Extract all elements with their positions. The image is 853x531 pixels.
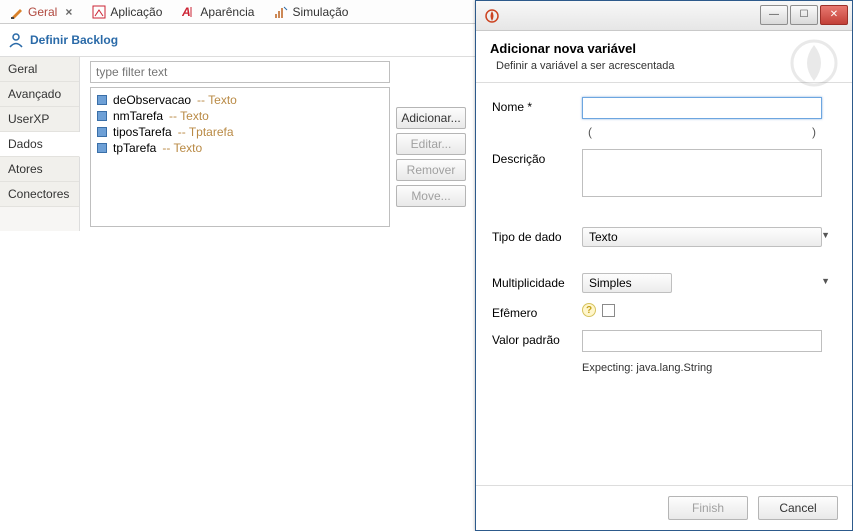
dialog-titlebar[interactable]: — ☐ ✕	[476, 1, 852, 31]
efemero-checkbox[interactable]	[602, 304, 615, 317]
cancel-button[interactable]: Cancel	[758, 496, 838, 520]
data-icon	[97, 111, 107, 121]
var-type: -- Texto	[162, 141, 202, 155]
paren-display: ()	[582, 125, 822, 139]
page-title: Definir Backlog	[30, 33, 118, 47]
sidebar-item-userxp[interactable]: UserXP	[0, 107, 79, 132]
tab-label: Aplicação	[110, 5, 162, 19]
var-type: -- Texto	[169, 109, 209, 123]
var-name: tiposTarefa	[113, 125, 172, 139]
simulation-icon	[274, 5, 288, 19]
tab-simulacao[interactable]: Simulação	[264, 0, 358, 23]
label-mult: Multiplicidade	[492, 273, 582, 290]
hint-icon[interactable]: ?	[582, 303, 596, 317]
sidebar: Geral Avançado UserXP Dados Atores Conec…	[0, 57, 80, 231]
var-name: deObservacao	[113, 93, 191, 107]
button-column: Adicionar... Editar... Remover Move...	[396, 107, 466, 227]
list-item[interactable]: tiposTarefa -- Tptarefa	[97, 124, 383, 140]
svg-text:A: A	[182, 5, 191, 19]
list-item[interactable]: nmTarefa -- Texto	[97, 108, 383, 124]
expecting-text: Expecting: java.lang.String	[582, 362, 836, 374]
watermark-icon	[786, 35, 842, 91]
close-icon[interactable]: ×	[65, 5, 72, 19]
add-variable-dialog: — ☐ ✕ Adicionar nova variável Definir a …	[475, 0, 853, 531]
valor-input[interactable]	[582, 330, 822, 352]
minimize-button[interactable]: —	[760, 5, 788, 25]
edit-button[interactable]: Editar...	[396, 133, 466, 155]
finish-button[interactable]: Finish	[668, 496, 748, 520]
label-tipo: Tipo de dado	[492, 227, 582, 244]
user-icon	[8, 32, 24, 48]
tab-label: Aparência	[200, 5, 254, 19]
tab-aplicacao[interactable]: Aplicação	[82, 0, 172, 23]
descricao-input[interactable]	[582, 149, 822, 197]
data-icon	[97, 143, 107, 153]
mult-select[interactable]: Simples	[582, 273, 672, 293]
label-valor: Valor padrão	[492, 330, 582, 347]
app-logo-icon	[484, 8, 500, 24]
tab-label: Geral	[28, 5, 57, 19]
filter-input[interactable]	[90, 61, 390, 83]
sidebar-item-conectores[interactable]: Conectores	[0, 182, 79, 207]
pencil-icon	[10, 5, 24, 19]
dialog-header: Adicionar nova variável Definir a variáv…	[476, 31, 852, 83]
var-name: tpTarefa	[113, 141, 156, 155]
list-item[interactable]: tpTarefa -- Texto	[97, 140, 383, 156]
data-icon	[97, 95, 107, 105]
sidebar-item-geral[interactable]: Geral	[0, 57, 79, 82]
variable-list[interactable]: deObservacao -- Texto nmTarefa -- Texto …	[90, 87, 390, 227]
dialog-body: Nome * () Descrição Tipo de dado Texto M…	[476, 83, 852, 388]
nome-input[interactable]	[582, 97, 822, 119]
sidebar-item-avancado[interactable]: Avançado	[0, 82, 79, 107]
window-buttons: — ☐ ✕	[760, 5, 848, 27]
var-type: -- Texto	[197, 93, 237, 107]
label-nome: Nome *	[492, 97, 582, 114]
tab-label: Simulação	[292, 5, 348, 19]
tab-aparencia[interactable]: A Aparência	[172, 0, 264, 23]
remove-button[interactable]: Remover	[396, 159, 466, 181]
sidebar-item-dados[interactable]: Dados	[0, 132, 80, 157]
list-item[interactable]: deObservacao -- Texto	[97, 92, 383, 108]
sidebar-item-atores[interactable]: Atores	[0, 157, 79, 182]
appearance-icon: A	[182, 5, 196, 19]
data-icon	[97, 127, 107, 137]
dialog-footer: Finish Cancel	[476, 485, 852, 530]
add-button[interactable]: Adicionar...	[396, 107, 466, 129]
close-button[interactable]: ✕	[820, 5, 848, 25]
label-descricao: Descrição	[492, 149, 582, 166]
var-type: -- Tptarefa	[178, 125, 234, 139]
label-efemero: Efêmero	[492, 303, 582, 320]
move-button[interactable]: Move...	[396, 185, 466, 207]
maximize-button[interactable]: ☐	[790, 5, 818, 25]
tipo-select[interactable]: Texto	[582, 227, 822, 247]
tab-geral[interactable]: Geral ×	[0, 0, 82, 23]
app-icon	[92, 5, 106, 19]
var-name: nmTarefa	[113, 109, 163, 123]
